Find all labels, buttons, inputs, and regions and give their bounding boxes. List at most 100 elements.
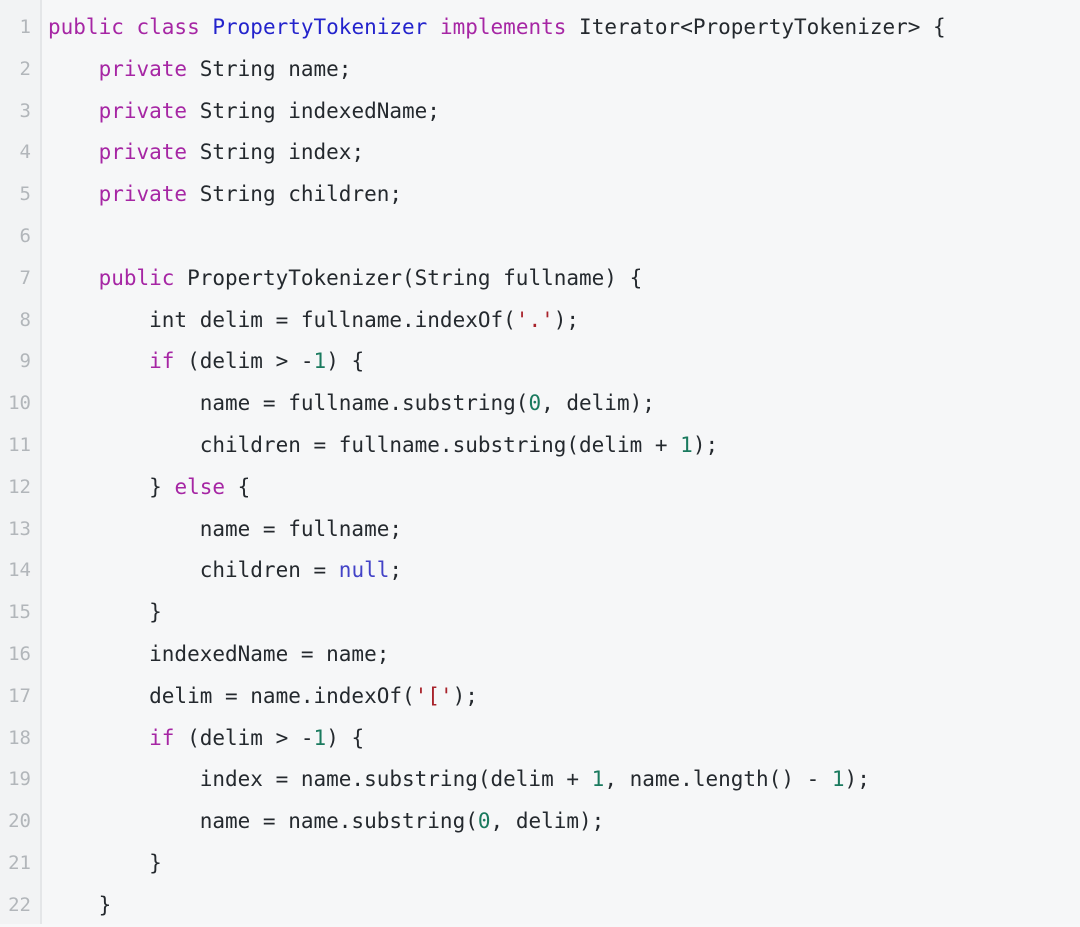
- line-number: 7: [19, 266, 31, 289]
- line-number: 2: [19, 57, 31, 80]
- line-number: 22: [8, 893, 31, 916]
- code-token-keyword: private: [98, 56, 188, 81]
- code-token-plain: index = name.substring(delim +: [48, 767, 592, 792]
- code-token-plain: name = fullname;: [48, 516, 403, 541]
- code-line[interactable]: children = fullname.substring(delim + 1)…: [48, 425, 1080, 467]
- code-token-constant: null: [338, 558, 390, 583]
- code-viewer[interactable]: 1 2 3 4 5 6 7 8 9 10 11 12 13 14 15 16 17 18 19 20 21 22 publ…: [0, 0, 1080, 924]
- code-line[interactable]: [48, 216, 1080, 258]
- code-token-plain: int delim = fullname.indexOf(: [48, 307, 516, 332]
- code-token-keyword: implements: [439, 15, 567, 39]
- code-token-plain: children =: [48, 558, 339, 583]
- code-token-number: 1: [831, 767, 845, 792]
- line-number: 11: [8, 433, 31, 456]
- line-number: 8: [19, 308, 31, 331]
- line-number: 20: [8, 810, 31, 833]
- code-token-plain: ) {: [326, 725, 365, 750]
- code-line[interactable]: if (delim > -1) {: [48, 341, 1080, 383]
- code-token-keyword: private: [98, 98, 188, 123]
- code-line[interactable]: }: [48, 885, 1080, 924]
- line-number: 16: [8, 642, 31, 665]
- line-number: 10: [8, 392, 31, 415]
- line-number: 1: [19, 16, 31, 38]
- code-token-plain: , name.length() -: [604, 767, 832, 792]
- code-line[interactable]: private String indexedName;: [48, 91, 1080, 133]
- code-line[interactable]: }: [48, 843, 1080, 885]
- line-number: 4: [19, 141, 31, 164]
- code-line[interactable]: name = fullname.substring(0, delim);: [48, 383, 1080, 425]
- code-token-number: 1: [680, 432, 693, 457]
- code-token-string: '.': [515, 307, 554, 332]
- code-token-plain: );: [844, 767, 870, 792]
- code-token-keyword: if: [149, 725, 175, 750]
- code-token-keyword: if: [149, 349, 175, 374]
- code-token-keyword: public class: [48, 15, 213, 39]
- line-number-gutter: 1 2 3 4 5 6 7 8 9 10 11 12 13 14 15 16 17 18 19 20 21 22: [0, 0, 42, 924]
- code-token-keyword: public: [98, 265, 175, 290]
- code-token-plain: name = fullname.substring(: [48, 391, 529, 416]
- code-token-plain: String indexedName;: [187, 98, 440, 123]
- code-line[interactable]: private String index;: [48, 132, 1080, 174]
- code-line[interactable]: private String children;: [48, 174, 1080, 216]
- code-line[interactable]: name = name.substring(0, delim);: [48, 801, 1080, 843]
- code-line[interactable]: public PropertyTokenizer(String fullname…: [48, 258, 1080, 300]
- code-token-type: PropertyTokenizer: [212, 15, 428, 39]
- code-line[interactable]: indexedName = name;: [48, 634, 1080, 676]
- code-line[interactable]: }: [48, 592, 1080, 634]
- code-token-plain: children = fullname.substring(delim +: [48, 432, 681, 457]
- code-token-plain: );: [452, 683, 478, 708]
- code-token-plain: name = name.substring(: [48, 809, 478, 834]
- line-number: 18: [8, 726, 31, 749]
- line-number: 3: [19, 99, 31, 122]
- line-number: 13: [8, 517, 31, 540]
- code-token-plain: {: [225, 474, 251, 499]
- code-line[interactable]: index = name.substring(delim + 1, name.l…: [48, 759, 1080, 801]
- code-line[interactable]: children = null;: [48, 550, 1080, 592]
- code-token-number: 1: [313, 725, 327, 750]
- code-token-plain: String index;: [187, 140, 365, 165]
- code-token-number: 1: [591, 767, 605, 792]
- code-token-plain: String name;: [187, 56, 352, 81]
- line-number: 15: [8, 601, 31, 624]
- line-number: 21: [8, 851, 31, 874]
- code-token-plain: }: [48, 892, 112, 917]
- code-token-plain: indexedName = name;: [48, 641, 390, 666]
- line-number: 5: [19, 183, 31, 206]
- code-line[interactable]: public class PropertyTokenizer implement…: [48, 7, 1080, 49]
- code-token-plain: ;: [389, 558, 403, 583]
- code-token-plain: }: [48, 600, 162, 625]
- code-line[interactable]: name = fullname;: [48, 509, 1080, 551]
- code-token-keyword: private: [98, 140, 188, 165]
- code-token-number: 1: [313, 349, 327, 374]
- line-number: 12: [8, 475, 31, 498]
- code-token-keyword: else: [174, 474, 226, 499]
- code-token-plain: (delim > -: [174, 349, 314, 374]
- code-token-plain: PropertyTokenizer(String fullname) {: [174, 265, 643, 290]
- code-token-plain: );: [553, 307, 580, 332]
- code-token-plain: , delim);: [541, 391, 655, 416]
- code-token-plain: String children;: [187, 182, 403, 207]
- code-line[interactable]: private String name;: [48, 49, 1080, 91]
- line-number: 19: [8, 768, 31, 791]
- code-token-number: 0: [528, 391, 542, 416]
- code-line[interactable]: int delim = fullname.indexOf('.');: [48, 300, 1080, 342]
- code-token-plain: , delim);: [490, 809, 605, 834]
- code-line[interactable]: delim = name.indexOf('[');: [48, 676, 1080, 718]
- code-token-plain: ) {: [326, 349, 365, 374]
- code-token-keyword: private: [98, 182, 188, 207]
- code-token-plain: Iterator<PropertyTokenizer> {: [566, 15, 946, 39]
- code-token-plain: (delim > -: [174, 725, 314, 750]
- code-line[interactable]: } else {: [48, 467, 1080, 509]
- line-number: 14: [8, 559, 31, 582]
- code-token-plain: }: [48, 474, 175, 499]
- code-content-area[interactable]: public class PropertyTokenizer implement…: [42, 0, 1080, 924]
- code-token-plain: );: [692, 432, 719, 457]
- code-line[interactable]: if (delim > -1) {: [48, 718, 1080, 760]
- code-token-string: '[': [414, 683, 453, 708]
